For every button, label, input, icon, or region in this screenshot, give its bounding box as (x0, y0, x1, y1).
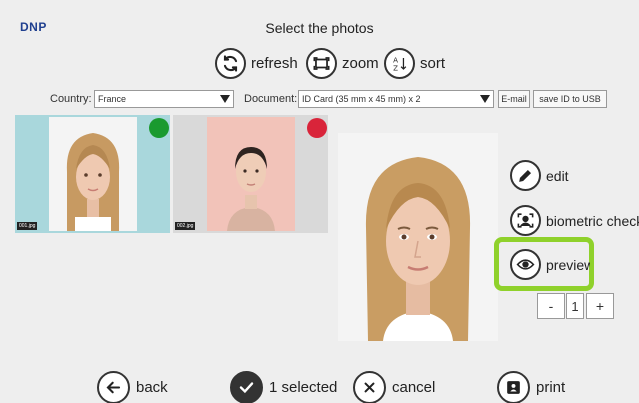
photo-thumbnail[interactable]: 001.jpg (15, 115, 170, 233)
refresh-icon (215, 48, 246, 79)
selected-label: 1 selected (269, 379, 338, 396)
arrow-left-icon (97, 371, 130, 403)
decrease-copies-button[interactable]: - (537, 293, 565, 319)
checkmark-icon (230, 371, 263, 403)
selected-count-button[interactable]: 1 selected (230, 371, 337, 403)
copies-count: 1 (566, 293, 584, 319)
svg-text:Z: Z (393, 64, 398, 73)
sort-button[interactable]: A Z sort (384, 48, 445, 79)
cancel-button[interactable]: cancel (353, 371, 435, 403)
photo-thumbnail[interactable]: 002.jpg (173, 115, 328, 233)
face-scan-icon (510, 205, 541, 236)
increase-copies-button[interactable]: + (586, 293, 614, 319)
zoom-button[interactable]: zoom (306, 48, 379, 79)
cancel-label: cancel (392, 379, 436, 396)
portrait-image (207, 117, 295, 231)
zoom-label: zoom (342, 55, 379, 72)
print-label: print (536, 379, 566, 396)
thumbnail-filename: 001.jpg (17, 222, 38, 230)
portrait-image (49, 117, 137, 231)
country-select[interactable]: France (94, 90, 234, 108)
document-value: ID Card (35 mm x 45 mm) x 2 (302, 94, 421, 104)
status-dot-green (149, 118, 169, 138)
document-select[interactable]: ID Card (35 mm x 45 mm) x 2 (298, 90, 494, 108)
close-icon (353, 371, 386, 403)
print-button[interactable]: print (497, 371, 565, 403)
email-button[interactable]: E-mail (498, 90, 530, 108)
status-dot-red (307, 118, 327, 138)
zoom-icon (306, 48, 337, 79)
back-button[interactable]: back (97, 371, 168, 403)
preview-button[interactable]: preview (510, 249, 590, 280)
print-photo-icon (497, 371, 530, 403)
page-title: Select the photos (265, 20, 374, 36)
biometric-check-button[interactable]: biometric check (510, 205, 639, 236)
refresh-label: refresh (251, 55, 298, 72)
edit-button[interactable]: edit (510, 160, 569, 191)
dropdown-arrow-icon (220, 95, 230, 103)
eye-icon (510, 249, 541, 280)
document-label: Document: (244, 93, 298, 105)
sort-az-icon: A Z (384, 48, 415, 79)
edit-label: edit (546, 167, 569, 184)
preview-photo (338, 133, 498, 341)
sort-label: sort (420, 55, 446, 72)
preview-label: preview (546, 256, 590, 273)
thumbnail-filename: 002.jpg (175, 222, 196, 230)
save-usb-button[interactable]: save ID to USB (533, 90, 607, 108)
country-value: France (98, 94, 127, 104)
dropdown-arrow-icon (480, 95, 490, 103)
refresh-button[interactable]: refresh (215, 48, 298, 79)
back-label: back (136, 379, 168, 396)
country-label: Country: (50, 93, 92, 105)
pencil-icon (510, 160, 541, 191)
biometric-label: biometric check (546, 212, 639, 229)
